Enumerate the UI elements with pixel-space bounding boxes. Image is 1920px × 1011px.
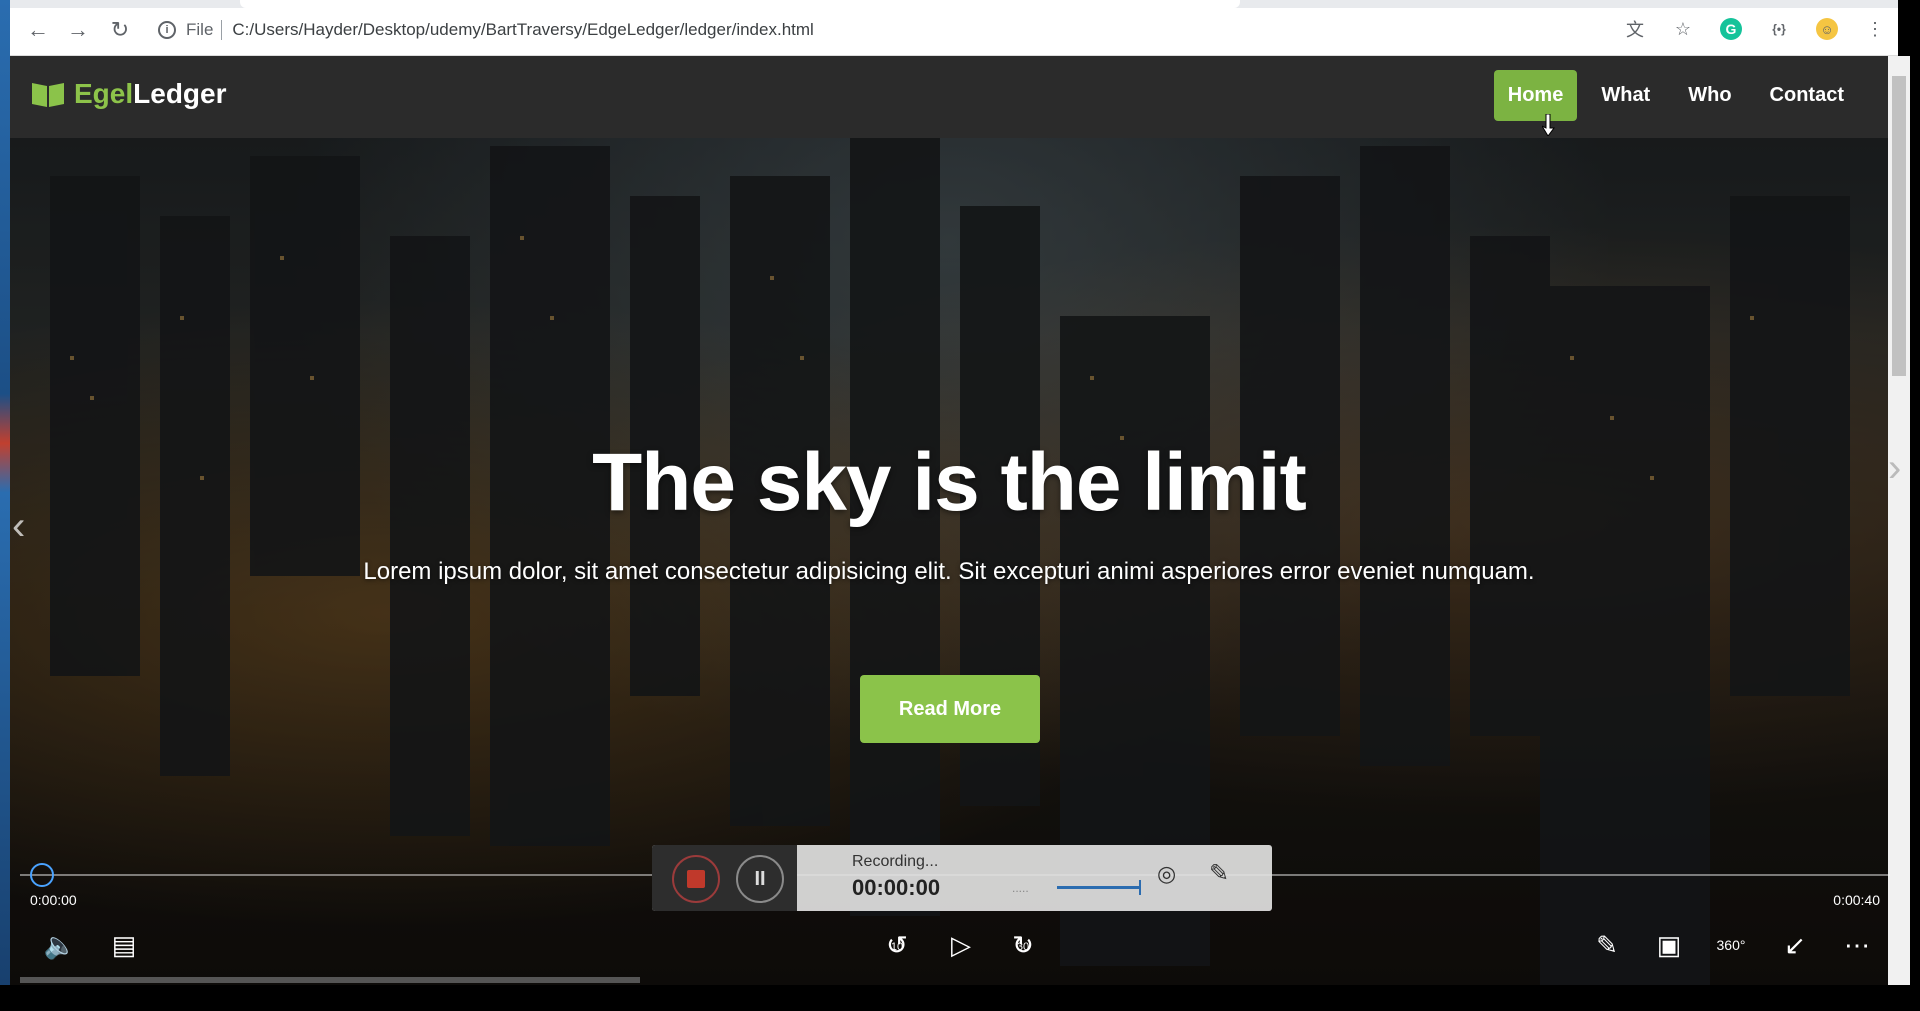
site-navbar: Egel Ledger Home What Who Contact xyxy=(10,56,1888,138)
site-logo[interactable]: Egel Ledger xyxy=(30,78,227,110)
bottom-edge xyxy=(0,985,1920,1011)
nav-who[interactable]: Who xyxy=(1674,70,1745,121)
more-menu-icon[interactable]: ⋮ xyxy=(1864,18,1886,40)
vertical-scrollbar[interactable] xyxy=(1888,56,1910,985)
stop-icon xyxy=(687,870,705,888)
read-more-button[interactable]: Read More xyxy=(860,675,1040,743)
skip-back-seconds: 10 xyxy=(890,941,904,953)
bookmark-star-icon[interactable]: ☆ xyxy=(1672,18,1694,40)
desktop-edge xyxy=(0,0,10,985)
nav-home[interactable]: Home xyxy=(1493,70,1578,121)
back-icon[interactable]: ← xyxy=(26,17,50,42)
pencil-icon[interactable]: ✎ xyxy=(1209,859,1239,889)
brand-name-part2: Ledger xyxy=(133,78,227,109)
url-separator xyxy=(221,20,223,40)
skip-back-icon[interactable]: ↺ 10 xyxy=(880,928,914,962)
info-icon[interactable]: i xyxy=(158,21,176,39)
nav-what[interactable]: What xyxy=(1587,70,1664,121)
emoji-extension-icon[interactable]: ☺ xyxy=(1816,18,1838,40)
webcam-icon[interactable]: ◎ xyxy=(1157,861,1187,891)
book-logo-icon xyxy=(32,83,64,107)
mini-view-icon[interactable]: ▣ xyxy=(1652,928,1686,962)
forward-icon[interactable]: → xyxy=(66,17,90,42)
play-icon[interactable]: ▷ xyxy=(944,928,978,962)
total-time: 0:00:40 xyxy=(1833,892,1880,908)
exit-fullscreen-icon[interactable]: ↙ xyxy=(1778,928,1812,962)
subtitles-icon[interactable]: ▤ xyxy=(107,928,141,962)
volume-slider[interactable] xyxy=(1057,880,1141,895)
tab-strip xyxy=(10,0,1898,8)
current-time: 0:00:00 xyxy=(30,892,77,908)
url-scheme: File xyxy=(186,20,214,39)
more-options-icon[interactable]: ⋯ xyxy=(1840,928,1874,962)
hero-title: The sky is the limit xyxy=(592,437,1307,528)
active-tab[interactable] xyxy=(240,0,1240,8)
nav-contact[interactable]: Contact xyxy=(1756,70,1858,121)
stop-record-button[interactable] xyxy=(672,855,720,903)
screen-recorder-widget: II Recording... 00:00:00 ..... ◎ ✎ xyxy=(652,845,1272,911)
browser-toolbar: ← → ↻ i File C:/Users/Hayder/Desktop/ude… xyxy=(10,0,1898,56)
recorder-controls: II xyxy=(652,845,797,911)
skip-forward-seconds: 30 xyxy=(1016,941,1030,953)
volume-icon[interactable]: 🔈 xyxy=(43,928,77,962)
view-360-icon[interactable]: 360° xyxy=(1714,928,1748,962)
grammarly-icon[interactable]: G xyxy=(1720,18,1742,40)
mouse-cursor-icon xyxy=(1542,114,1555,136)
timeline-scrubber[interactable] xyxy=(30,863,54,887)
audio-level-dots: ..... xyxy=(1012,881,1029,895)
url-text[interactable]: C:/Users/Hayder/Desktop/udemy/BartTraver… xyxy=(232,20,813,40)
horizontal-scrollbar[interactable] xyxy=(20,977,640,983)
brand-name-part1: Egel xyxy=(74,78,134,109)
pen-annotate-icon[interactable]: ✎ xyxy=(1590,928,1624,962)
pause-record-button[interactable]: II xyxy=(736,855,784,903)
carousel-next-icon[interactable]: › xyxy=(1888,446,1901,491)
recording-timer: 00:00:00 xyxy=(852,875,941,900)
address-bar[interactable]: i File C:/Users/Hayder/Desktop/udemy/Bar… xyxy=(158,14,1738,46)
skip-forward-icon[interactable]: ↻ 30 xyxy=(1006,928,1040,962)
reload-icon[interactable]: ↻ xyxy=(108,17,132,42)
json-extension-icon[interactable]: {•} xyxy=(1768,18,1790,40)
hero-text: Lorem ipsum dolor, sit amet consectetur … xyxy=(363,558,1535,585)
recording-status: Recording... xyxy=(852,853,939,870)
translate-icon[interactable]: 文 xyxy=(1624,18,1646,40)
scrollbar-thumb[interactable] xyxy=(1892,76,1906,376)
